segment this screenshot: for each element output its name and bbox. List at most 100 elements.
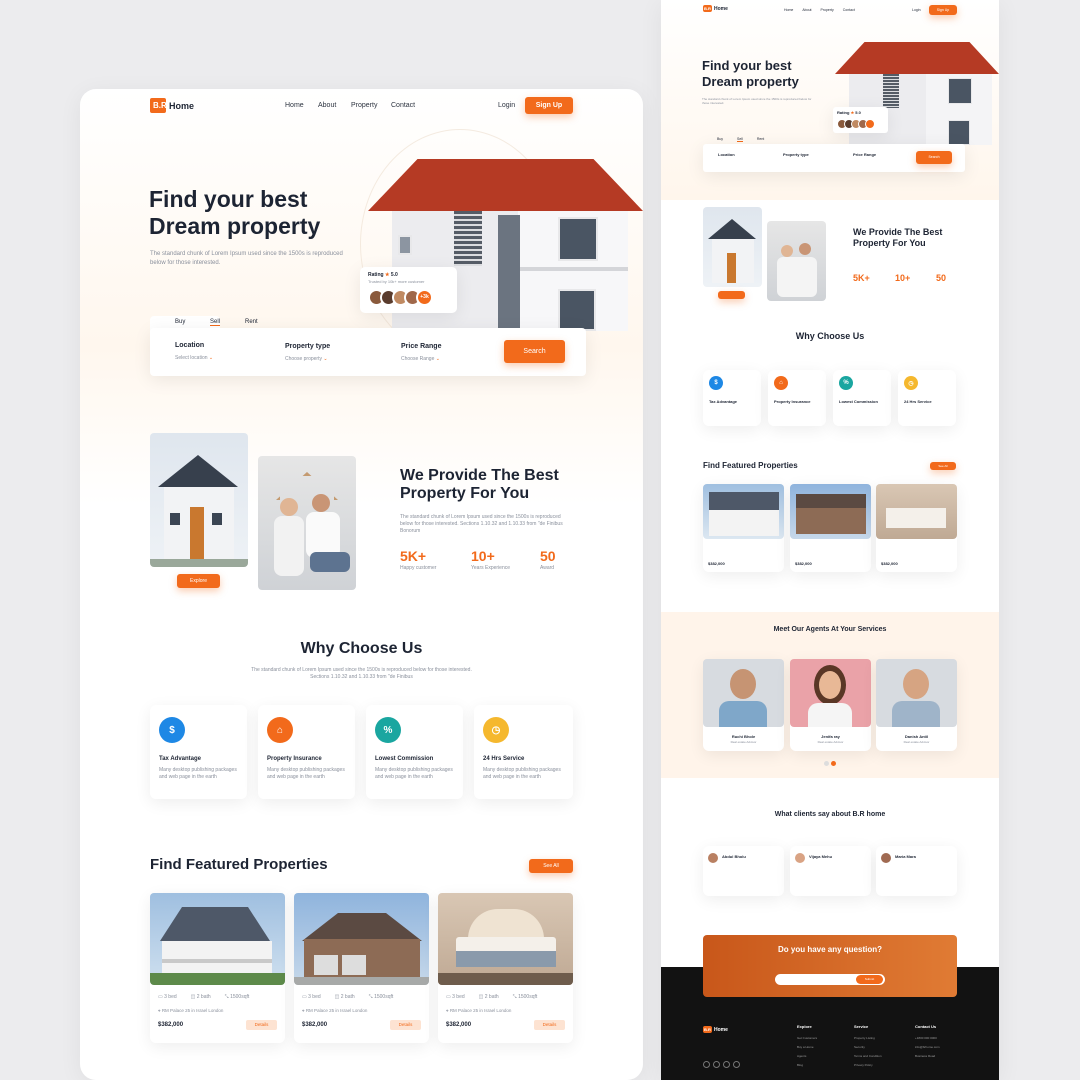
logo[interactable]: B.R Home xyxy=(703,5,728,12)
provide-house-image xyxy=(703,207,762,287)
agents-title: Meet Our Agents At Your Services xyxy=(773,626,887,633)
footer-logo[interactable]: B.R Home xyxy=(703,1026,728,1033)
tab-rent[interactable]: Rent xyxy=(245,319,258,325)
nav-property[interactable]: Property xyxy=(821,8,834,12)
carousel-dot[interactable] xyxy=(824,761,829,766)
signup-button[interactable]: Sign Up xyxy=(929,5,957,15)
rating-label: Rating xyxy=(368,272,384,278)
footer-link[interactable]: Buy a Home xyxy=(797,1043,817,1052)
tax-icon: $ xyxy=(709,376,723,390)
property-image xyxy=(150,893,285,985)
property-card[interactable]: ▭ 3 bed ◫ 2 bath ⤡ 1500sqft ⌖ RM Palace … xyxy=(438,893,573,1043)
tab-rent[interactable]: Rent xyxy=(757,137,764,142)
price-select[interactable]: Choose Range ⌄ xyxy=(401,356,440,362)
see-all-button[interactable]: See All xyxy=(930,462,956,470)
nav-about[interactable]: About xyxy=(802,8,811,12)
signup-button[interactable]: Sign Up xyxy=(525,97,573,114)
details-button[interactable]: Details xyxy=(390,1020,421,1030)
footer-link[interactable]: Security xyxy=(854,1043,882,1052)
agent-card[interactable]: Ruchi Bhole Real estate Advisor xyxy=(703,659,784,751)
stat-value: 50 xyxy=(936,273,947,283)
login-link[interactable]: Login xyxy=(912,8,921,12)
social-icons xyxy=(703,1061,740,1068)
login-link[interactable]: Login xyxy=(498,102,515,109)
tab-buy[interactable]: Buy xyxy=(717,137,723,142)
search-button[interactable]: Search xyxy=(916,151,952,164)
footer-phone: +1800 000 0000 xyxy=(915,1036,937,1040)
provide-title-line2: Property For You xyxy=(853,238,926,248)
beds-info: ▭ 3 bed xyxy=(158,994,177,1000)
baths-info: ◫ 2 bath xyxy=(478,994,499,1000)
details-button[interactable]: Details xyxy=(534,1020,565,1030)
logo-mark: B.R xyxy=(703,5,712,12)
twitter-icon[interactable] xyxy=(713,1061,720,1068)
property-card[interactable]: $382,000 xyxy=(876,484,957,572)
bath-icon: ◫ xyxy=(190,994,196,1000)
logo-text: Home xyxy=(169,100,195,111)
stat-value: 10+ xyxy=(895,273,911,283)
stat-value: 5K+ xyxy=(853,273,870,283)
stat-label: Years Experience xyxy=(471,565,511,571)
testimonial-card: Vijaya Mehu xyxy=(790,846,871,896)
why-card-text: Many desktop publishing packages and web… xyxy=(483,767,561,780)
agent-photo xyxy=(703,659,784,727)
rating-subtext: Trusted by 10k+ more customer xyxy=(368,279,425,284)
submit-button[interactable]: Submit xyxy=(856,975,883,984)
agent-name: Danish Antil xyxy=(904,734,929,739)
type-select[interactable]: Choose property ⌄ xyxy=(285,356,328,362)
footer-link[interactable]: Blog xyxy=(797,1061,817,1070)
facebook-icon[interactable] xyxy=(703,1061,710,1068)
property-image xyxy=(876,484,957,539)
why-card-title: Lowest Commission xyxy=(839,399,878,404)
clock-icon: ◷ xyxy=(904,376,918,390)
footer-link[interactable]: Property Listing xyxy=(854,1034,882,1043)
featured-title: Find Featured Properties xyxy=(150,856,328,873)
linkedin-icon[interactable] xyxy=(723,1061,730,1068)
see-all-button[interactable]: See All xyxy=(529,859,573,873)
bath-icon: ◫ xyxy=(334,994,340,1000)
property-card[interactable]: ▭ 3 bed ◫ 2 bath ⤡ 1500sqft ⌖ RM Palace … xyxy=(150,893,285,1043)
testimonial-card: Maria Mara xyxy=(876,846,957,896)
nav-home[interactable]: Home xyxy=(285,102,304,109)
instagram-icon[interactable] xyxy=(733,1061,740,1068)
provide-title-line1: We Provide The Best xyxy=(853,227,943,237)
footer-explore-title: Explore xyxy=(797,1024,812,1029)
explore-button[interactable] xyxy=(718,291,745,299)
clients-title: What clients say about B.R home xyxy=(774,811,886,818)
family-image xyxy=(767,221,826,301)
nav-home[interactable]: Home xyxy=(784,8,793,12)
tab-buy[interactable]: Buy xyxy=(175,319,185,325)
why-card-title: Tax Advantage xyxy=(159,756,202,762)
search-button[interactable]: Search xyxy=(504,340,565,363)
footer-link[interactable]: Privacy Policy xyxy=(854,1061,882,1070)
carousel-dot-active[interactable] xyxy=(831,761,836,766)
tab-sell[interactable]: Sell xyxy=(737,137,743,142)
agent-card[interactable]: Jenifa ray Real estate Advisor xyxy=(790,659,871,751)
nav-property[interactable]: Property xyxy=(351,102,377,109)
location-label: Location xyxy=(718,152,735,157)
explore-button[interactable]: Explore xyxy=(177,574,220,588)
footer-link[interactable]: Terms and Condition xyxy=(854,1052,882,1061)
nav-contact[interactable]: Contact xyxy=(843,8,855,12)
commission-icon: % xyxy=(375,717,401,743)
nav-contact[interactable]: Contact xyxy=(391,102,415,109)
nav-about[interactable]: About xyxy=(318,102,336,109)
tab-sell[interactable]: Sell xyxy=(210,319,221,326)
property-card[interactable]: $382,000 xyxy=(703,484,784,572)
property-card[interactable]: $382,000 xyxy=(790,484,871,572)
why-card: % Lowest Commission Many desktop publish… xyxy=(366,705,463,799)
details-button[interactable]: Details xyxy=(246,1020,277,1030)
area-info: ⤡ 1500sqft xyxy=(512,994,538,1000)
location-select[interactable]: Select location ⌄ xyxy=(175,355,213,361)
property-card[interactable]: ▭ 3 bed ◫ 2 bath ⤡ 1500sqft ⌖ RM Palace … xyxy=(294,893,429,1043)
agent-card[interactable]: Danish Antil Real estate Advisor xyxy=(876,659,957,751)
footer-link[interactable]: Agents xyxy=(797,1052,817,1061)
logo[interactable]: B.R Home xyxy=(150,98,194,113)
footer-address: Business Road xyxy=(915,1054,936,1058)
property-address: ⌖ RM Palace 25 in Israel London xyxy=(446,1008,512,1013)
property-price: $382,000 xyxy=(158,1022,184,1028)
clock-icon: ◷ xyxy=(483,717,509,743)
footer-link[interactable]: Get Customers xyxy=(797,1034,817,1043)
chevron-down-icon: ⌄ xyxy=(208,355,214,361)
area-info: ⤡ 1500sqft xyxy=(224,994,250,1000)
